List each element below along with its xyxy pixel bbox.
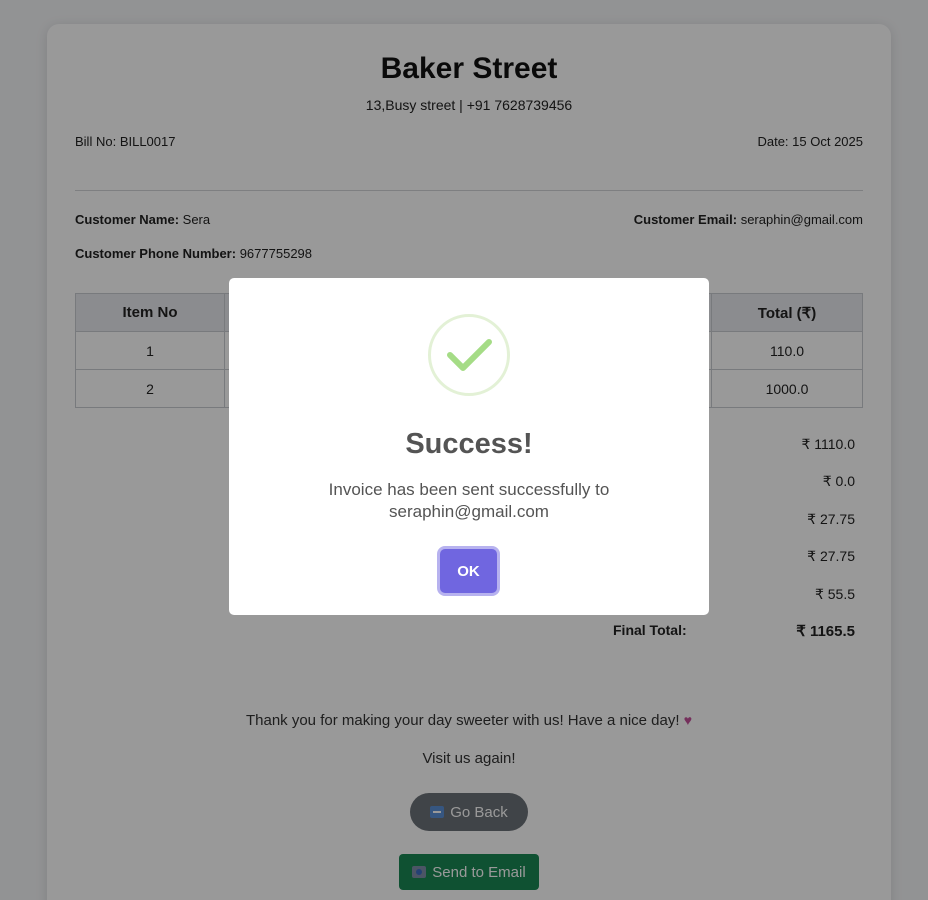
success-dialog: Success! Invoice has been sent successfu… xyxy=(229,278,709,615)
dialog-title: Success! xyxy=(405,428,533,460)
success-check-icon xyxy=(428,314,510,396)
ok-button[interactable]: OK xyxy=(440,549,497,593)
dialog-message: Invoice has been sent successfully to se… xyxy=(328,480,610,521)
